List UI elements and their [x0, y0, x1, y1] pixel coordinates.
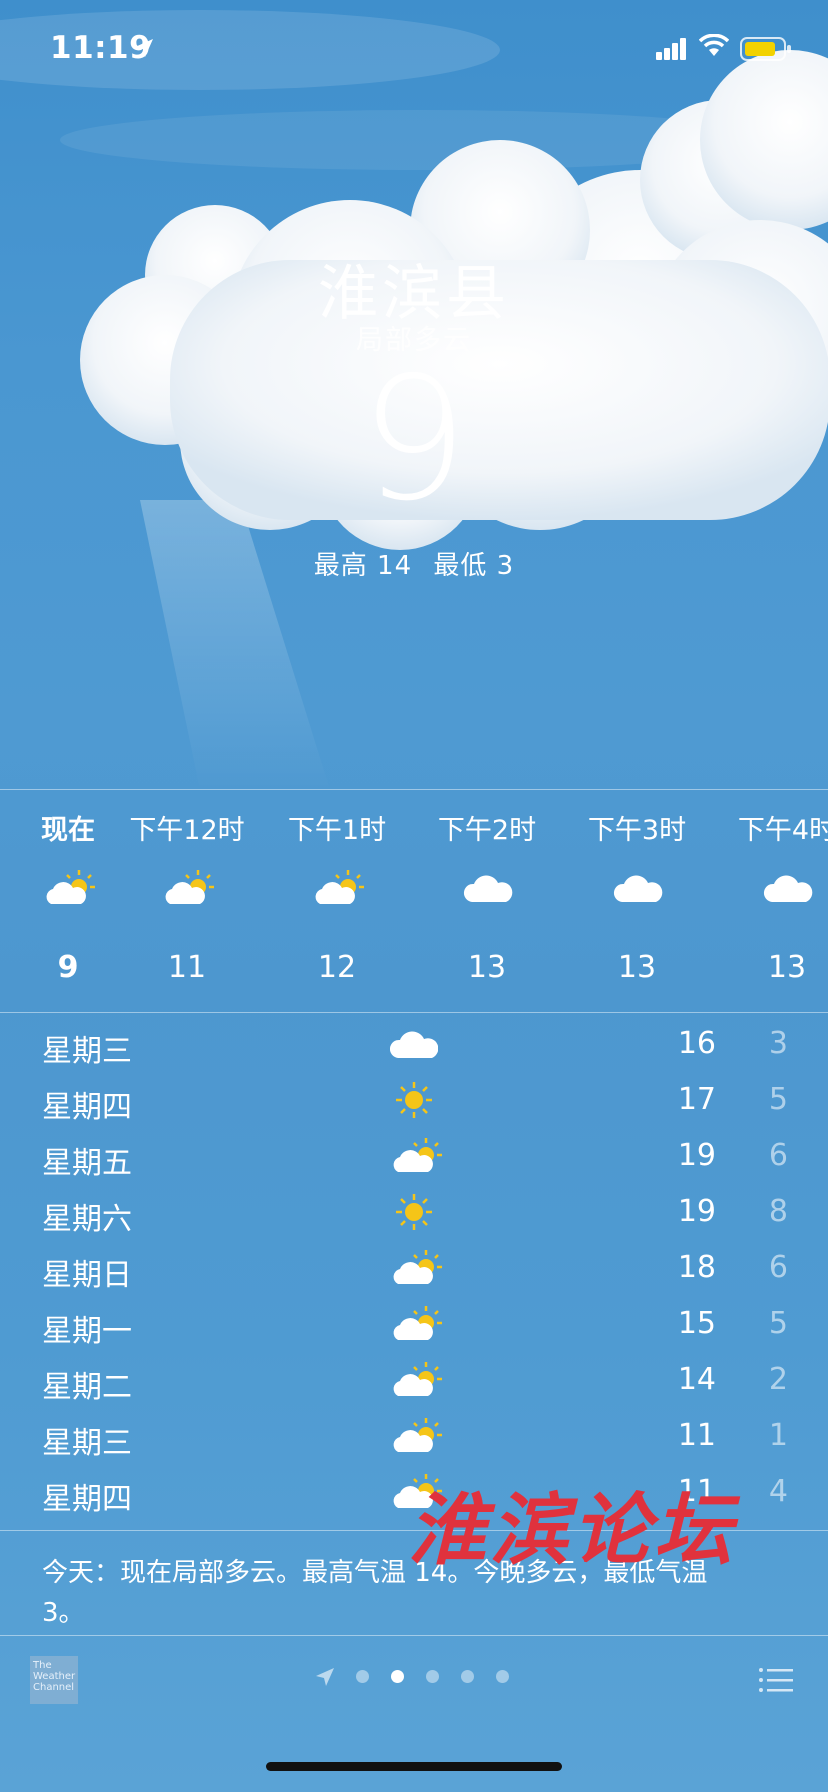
hourly-forecast[interactable]: 现在 9 下午12时 11 下午1时 12 下午2时 13 下午3时 13 下午…: [0, 790, 828, 1012]
daily-row: 星期一 15 5: [0, 1300, 828, 1356]
daily-row: 星期三 16 3: [0, 1020, 828, 1076]
day-high: 14: [677, 1362, 716, 1397]
cellular-signal-icon: [656, 38, 686, 60]
hour-label: 下午3时: [587, 815, 687, 846]
page-dot-active: [391, 1670, 404, 1683]
day-high: 16: [677, 1026, 716, 1061]
day-name: 星期四: [42, 1482, 132, 1517]
day-high: 19: [677, 1138, 716, 1173]
partly-cloudy-icon: [46, 870, 95, 904]
partly-cloudy-icon: [393, 1418, 442, 1452]
sun-icon: [396, 1082, 432, 1118]
page-dot: [426, 1670, 439, 1683]
page-dot: [356, 1670, 369, 1683]
day-name: 星期六: [42, 1202, 132, 1237]
hour-temp: 12: [317, 950, 357, 985]
day-name: 星期五: [42, 1146, 132, 1181]
daily-row: 星期六 19 8: [0, 1188, 828, 1244]
day-name: 星期四: [42, 1090, 132, 1125]
cloud-icon: [463, 875, 513, 902]
hour-label: 下午1时: [287, 815, 387, 846]
hour-temp: 13: [617, 950, 657, 985]
day-name: 星期日: [42, 1258, 132, 1293]
hour-temp: 13: [767, 950, 807, 985]
city-list-icon[interactable]: [758, 1666, 794, 1694]
daily-row: 星期日 18 6: [0, 1244, 828, 1300]
day-high: 19: [677, 1194, 716, 1229]
day-name: 星期三: [42, 1426, 132, 1461]
partly-cloudy-icon: [165, 870, 214, 904]
day-low: 2: [768, 1362, 788, 1397]
day-low: 8: [768, 1194, 788, 1229]
wifi-icon: [699, 34, 729, 56]
partly-cloudy-icon: [393, 1250, 442, 1284]
hour-temp: 13: [467, 950, 507, 985]
forum-watermark: 淮滨论坛: [408, 1485, 737, 1576]
current-location-icon: [316, 1668, 334, 1686]
cloud-icon: [763, 875, 813, 902]
partly-cloudy-icon: [393, 1138, 442, 1172]
daily-row: 星期四 17 5: [0, 1076, 828, 1132]
partly-cloudy-icon: [315, 870, 364, 904]
day-high: 15: [677, 1306, 716, 1341]
page-dot: [496, 1670, 509, 1683]
day-name: 星期二: [42, 1370, 132, 1405]
daily-row: 星期三 11 1: [0, 1412, 828, 1468]
day-low: 5: [768, 1306, 788, 1341]
high-low-temperatures: 最高 14 最低 3: [0, 545, 828, 582]
footer-bar: The Weather Channel: [0, 1636, 828, 1726]
day-low: 6: [768, 1250, 788, 1285]
daily-row: 星期二 14 2: [0, 1356, 828, 1412]
weather-channel-logo[interactable]: The Weather Channel: [30, 1656, 78, 1704]
location-arrow-icon: [135, 39, 153, 57]
partly-cloudy-icon: [393, 1306, 442, 1340]
home-indicator[interactable]: [266, 1762, 562, 1771]
daily-row: 星期五 19 6: [0, 1132, 828, 1188]
page-dot: [461, 1670, 474, 1683]
day-low: 6: [768, 1138, 788, 1173]
day-low: 3: [768, 1026, 788, 1061]
day-high: 17: [677, 1082, 716, 1117]
partly-cloudy-icon: [393, 1362, 442, 1396]
divider: [0, 1012, 828, 1013]
today-low: 最低 3: [433, 551, 515, 581]
day-low: 1: [768, 1418, 788, 1453]
hour-label: 下午4时: [737, 815, 828, 846]
current-temperature: 9: [359, 341, 469, 539]
day-high: 11: [677, 1418, 716, 1453]
day-high: 18: [677, 1250, 716, 1285]
day-name: 星期一: [42, 1314, 132, 1349]
status-bar: 11:19: [0, 0, 828, 100]
battery-icon: [740, 37, 791, 61]
day-low: 5: [768, 1082, 788, 1117]
day-name: 星期三: [42, 1034, 132, 1069]
cloud-icon: [390, 1031, 438, 1058]
hour-label: 下午12时: [129, 815, 245, 846]
cloud-icon: [613, 875, 663, 902]
hour-label: 下午2时: [437, 815, 537, 846]
today-high: 最高 14: [313, 551, 413, 581]
day-low: 4: [768, 1474, 788, 1509]
hour-temp: 11: [167, 950, 207, 985]
sun-icon: [396, 1194, 432, 1230]
